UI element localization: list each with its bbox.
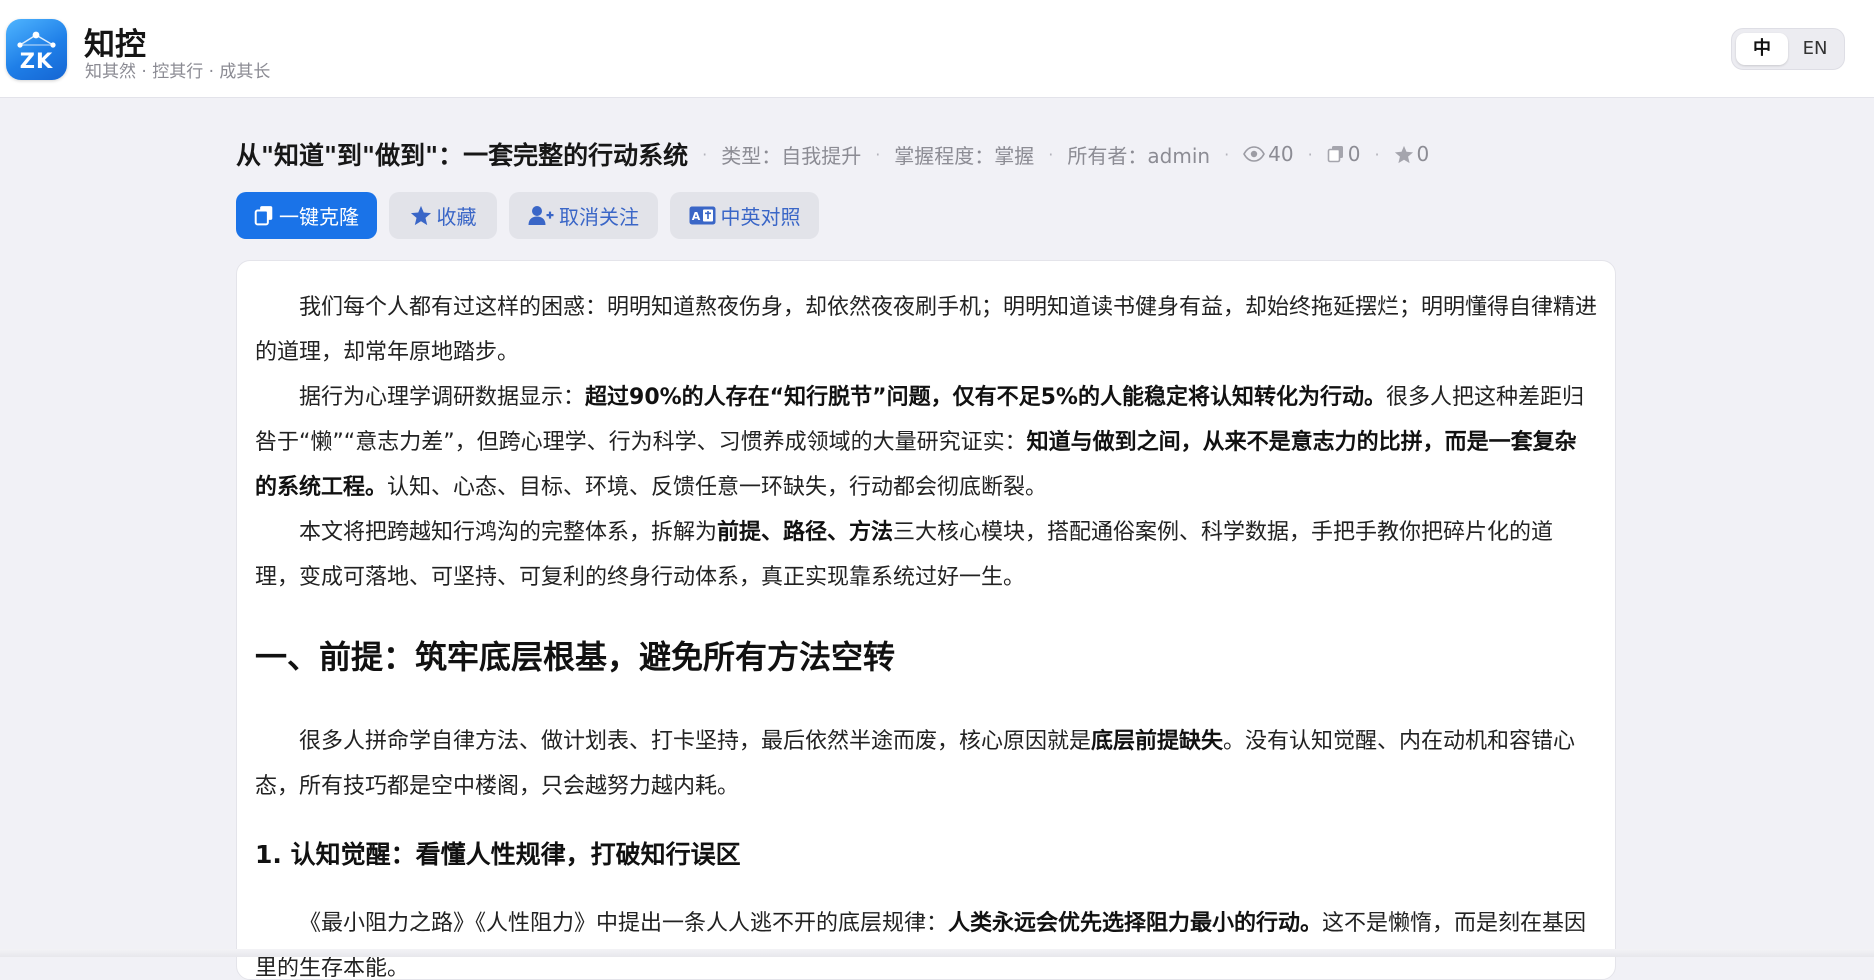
text-run: 很多人拼命学自律方法、做计划表、打卡坚持，最后依然半途而废，核心原因就是 [299,729,1092,754]
text-run: 《最小阻力之路》《人性阻力》中提出一条人人逃不开的底层规律： [299,911,949,936]
view-count-value: 40 [1268,142,1294,166]
svg-text:A: A [691,210,700,223]
text-run: 本文将把跨越知行鸿沟的完整体系，拆解为 [299,520,718,545]
favorite-count: 0 [1394,142,1430,166]
text-run: 1. 认知觉醒：看懂人性规律，打破知行误区 [255,840,741,869]
lang-en-button[interactable]: EN [1789,33,1841,65]
user-plus-icon [528,206,554,225]
doc-title-row: 从"知道"到"做到"：一套完整的行动系统 · 类型：自我提升 · 掌握程度：掌握… [236,134,1429,174]
copy-icon [1327,146,1343,163]
unfollow-button-label: 取消关注 [559,205,639,229]
meta-separator: · [1224,144,1230,164]
meta-separator: · [1374,144,1380,164]
bold-text: 底层前提缺失 [1091,729,1224,754]
doc-owner: 所有者：admin [1067,143,1211,168]
doc-title: 从"知道"到"做到"：一套完整的行动系统 [236,141,689,170]
clone-button-label: 一键克隆 [279,205,359,229]
language-switch: 中 EN [1731,28,1845,70]
favorite-count-value: 0 [1416,142,1430,166]
bilingual-button[interactable]: A 中英对照 [670,192,819,239]
favorite-button-label: 收藏 [436,205,477,229]
bold-text: 前提、路径、方法 [717,520,894,545]
paragraph: 我们每个人都有过这样的困惑：明明知道熬夜伤身，却依然夜夜刷手机；明明知道读书健身… [255,285,1597,375]
text-run: 我们每个人都有过这样的困惑：明明知道熬夜伤身，却依然夜夜刷手机；明明知道读书健身… [255,295,1598,365]
star-icon [1394,145,1413,163]
copy-icon [254,206,273,226]
bottom-edge [0,949,1874,957]
bold-text: 超过90%的人存在“知行脱节”问题，仅有不足5%的人能稳定将认知转化为行动。 [585,385,1386,410]
article-card: 我们每个人都有过这样的困惑：明明知道熬夜伤身，却依然夜夜刷手机；明明知道读书健身… [236,260,1616,980]
eye-icon [1243,146,1266,162]
text-run: 据行为心理学调研数据显示： [299,385,586,410]
clone-button[interactable]: 一键克隆 [236,192,377,239]
star-icon [410,205,431,226]
doc-mastery: 掌握程度：掌握 [894,143,1035,168]
logo-text: ZK [19,49,54,73]
bold-text: 人类永远会优先选择阻力最小的行动。 [948,911,1323,936]
meta-separator: · [702,144,708,164]
lang-zh-button[interactable]: 中 [1736,33,1788,65]
meta-separator: · [1048,144,1054,164]
app-logo[interactable]: ZK [6,19,67,80]
meta-separator: · [875,144,881,164]
subsection-heading: 1. 认知觉醒：看懂人性规律，打破知行误区 [255,837,1597,873]
section-heading: 一、前提：筑牢底层根基，避免所有方法空转 [255,635,1597,679]
doc-type: 类型：自我提升 [721,143,862,168]
app-slogan: 知其然 · 控其行 · 成其长 [85,62,271,82]
bilingual-button-label: 中英对照 [720,205,801,229]
unfollow-button[interactable]: 取消关注 [509,192,658,239]
paragraph: 《最小阻力之路》《人性阻力》中提出一条人人逃不开的底层规律：人类永远会优先选择阻… [255,901,1597,979]
paragraph: 很多人拼命学自律方法、做计划表、打卡坚持，最后依然半途而废，核心原因就是底层前提… [255,719,1597,809]
clone-count: 0 [1327,142,1361,166]
paragraph: 本文将把跨越知行鸿沟的完整体系，拆解为前提、路径、方法三大核心模块，搭配通俗案例… [255,510,1597,600]
text-run: 认知、心态、目标、环境、反馈任意一环缺失，行动都会彻底断裂。 [387,475,1048,500]
translate-icon: A [689,206,715,225]
meta-separator: · [1307,144,1313,164]
paragraph: 据行为心理学调研数据显示：超过90%的人存在“知行脱节”问题，仅有不足5%的人能… [255,375,1597,510]
view-count: 40 [1243,142,1294,166]
article-body: 我们每个人都有过这样的困惑：明明知道熬夜伤身，却依然夜夜刷手机；明明知道读书健身… [255,285,1597,979]
text-run: 一、前提：筑牢底层根基，避免所有方法空转 [255,638,896,676]
clone-count-value: 0 [1347,142,1361,166]
app-header: ZK 知控 知其然 · 控其行 · 成其长 中 EN [0,0,1874,98]
favorite-button[interactable]: 收藏 [389,192,497,239]
